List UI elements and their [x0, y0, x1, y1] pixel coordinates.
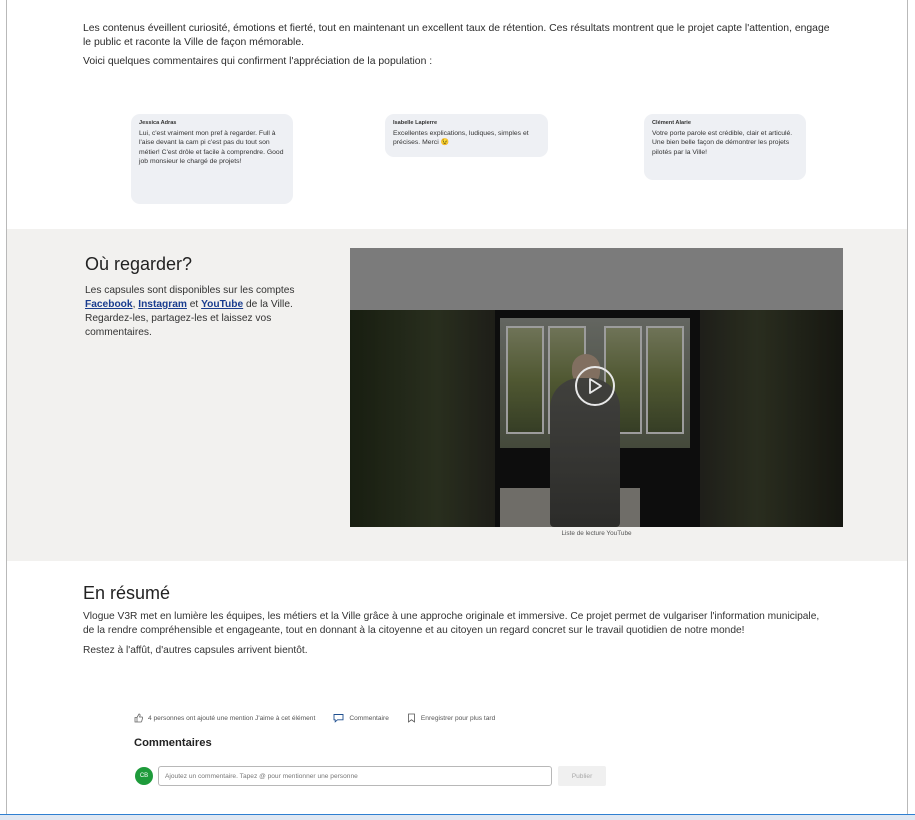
comment-input[interactable]: Ajoutez un commentaire. Tapez @ pour men… [158, 766, 552, 786]
comment-action-label: Commentaire [349, 714, 389, 722]
where-title: Où regarder? [85, 254, 193, 274]
intro-paragraph: Voici quelques commentaires qui confirme… [83, 56, 433, 67]
instagram-link[interactable]: Instagram [138, 299, 187, 310]
testimonial-text: Votre porte parole est crédible, clair e… [652, 130, 793, 156]
like-count-text: 4 personnes ont ajouté une mention J'aim… [148, 714, 316, 722]
testimonial-author: Clément Alarie [652, 120, 691, 126]
facebook-link[interactable]: Facebook [85, 299, 133, 310]
youtube-video-player[interactable] [350, 248, 843, 527]
avatar: CB [135, 767, 153, 785]
save-for-later-action[interactable]: Enregistrer pour plus tard [407, 713, 495, 723]
testimonial-author: Jessica Adras [139, 120, 177, 126]
video-top-bar [350, 248, 843, 310]
play-icon [589, 378, 602, 394]
testimonial-text: Excellentes explications, ludiques, simp… [393, 130, 529, 147]
testimonial-text: Lui, c'est vraiment mon pref à regarder.… [139, 130, 284, 165]
youtube-link[interactable]: YouTube [201, 299, 243, 310]
publish-button[interactable]: Publier [558, 766, 606, 786]
video-caption: Liste de lecture YouTube [561, 530, 632, 537]
testimonial-author: Isabelle Lapierre [393, 120, 438, 126]
comment-action[interactable]: Commentaire [333, 713, 389, 723]
testimonial-card: Jessica Adras Lui, c'est vraiment mon pr… [131, 114, 293, 204]
summary-paragraph: Vlogue V3R met en lumière les équipes, l… [83, 611, 820, 636]
play-button[interactable] [575, 366, 615, 406]
testimonial-card: Clément Alarie Votre porte parole est cr… [644, 114, 806, 180]
bottom-border [0, 814, 915, 820]
post-actions-bar: 4 personnes ont ajouté une mention J'aim… [134, 713, 513, 723]
like-action[interactable]: 4 personnes ont ajouté une mention J'aim… [134, 713, 315, 723]
save-for-later-label: Enregistrer pour plus tard [420, 714, 496, 722]
thumbs-up-icon [134, 713, 143, 723]
comment-icon [333, 714, 344, 723]
summary-section: Vlogue V3R met en lumière les équipes, l… [83, 610, 831, 664]
where-description: Les capsules sont disponibles sur les co… [85, 284, 325, 340]
where-text-before: Les capsules sont disponibles sur les co… [85, 285, 295, 296]
intro-paragraph: Les contenus éveillent curiosité, émotio… [83, 23, 830, 48]
intro-section: Les contenus éveillent curiosité, émotio… [83, 22, 833, 74]
comments-title: Commentaires [134, 737, 212, 749]
where-separator: et [186, 299, 202, 310]
testimonial-card: Isabelle Lapierre Excellentes explicatio… [385, 114, 548, 157]
bookmark-icon [407, 713, 415, 723]
summary-paragraph: Restez à l'affût, d'autres capsules arri… [83, 645, 308, 656]
video-overlay [350, 310, 843, 527]
summary-title: En résumé [83, 583, 171, 603]
